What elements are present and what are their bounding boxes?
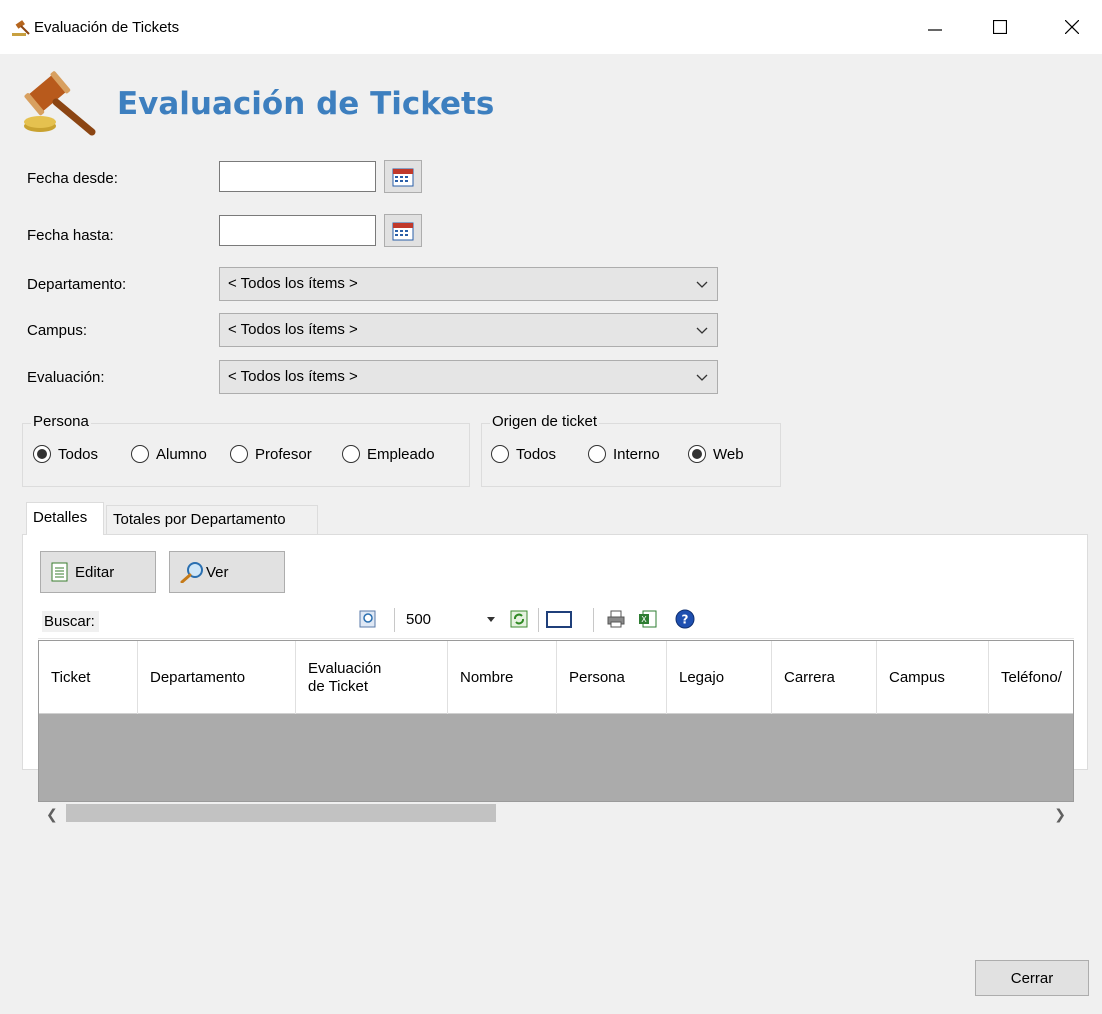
buscar-label: Buscar: xyxy=(42,611,99,632)
minimize-icon xyxy=(928,29,942,31)
radio-selected-icon xyxy=(33,445,51,463)
fecha-desde-calendar-button[interactable] xyxy=(384,160,422,193)
help-icon[interactable]: ? xyxy=(675,609,695,629)
svg-text:?: ? xyxy=(682,613,689,627)
persona-radio-alumno[interactable]: Alumno xyxy=(131,445,207,463)
fecha-hasta-input[interactable] xyxy=(219,215,376,246)
print-icon[interactable] xyxy=(606,609,626,629)
calendar-icon xyxy=(392,168,414,186)
document-edit-icon xyxy=(51,562,68,582)
campus-value: < Todos los ítems > xyxy=(228,321,358,338)
column-header-campus[interactable]: Campus xyxy=(877,641,989,714)
radio-icon xyxy=(342,445,360,463)
evaluacion-select[interactable]: < Todos los ítems > xyxy=(219,360,718,394)
svg-text:X: X xyxy=(641,615,647,624)
title-bar: Evaluación de Tickets xyxy=(0,0,1102,54)
maximize-button[interactable] xyxy=(970,0,1030,54)
scroll-left-icon[interactable]: ❮ xyxy=(46,806,58,823)
editar-label: Editar xyxy=(75,563,115,581)
origen-legend: Origen de ticket xyxy=(490,413,600,430)
refresh-icon[interactable] xyxy=(509,609,529,629)
persona-radio-todos[interactable]: Todos xyxy=(33,445,98,463)
editar-button[interactable]: Editar xyxy=(40,551,156,593)
column-header-ticket[interactable]: Ticket xyxy=(39,641,138,714)
column-header-telefono[interactable]: Teléfono/ xyxy=(989,641,1073,714)
column-header-nombre[interactable]: Nombre xyxy=(448,641,557,714)
dropdown-arrow-icon[interactable] xyxy=(486,616,496,624)
origen-radio-todos[interactable]: Todos xyxy=(491,445,556,463)
calendar-icon xyxy=(392,222,414,240)
campus-label: Campus: xyxy=(27,322,88,339)
radio-icon xyxy=(588,445,606,463)
toolbar-separator xyxy=(593,608,594,632)
evaluacion-label: Evaluación: xyxy=(27,369,105,386)
close-icon xyxy=(1065,20,1079,34)
origen-radio-interno[interactable]: Interno xyxy=(588,445,660,463)
fecha-desde-label: Fecha desde: xyxy=(27,170,118,187)
magnifier-icon xyxy=(180,562,203,583)
radio-icon xyxy=(491,445,509,463)
fecha-desde-input[interactable] xyxy=(219,161,376,192)
fecha-hasta-calendar-button[interactable] xyxy=(384,214,422,247)
column-header-carrera[interactable]: Carrera xyxy=(772,641,877,714)
toolbar-separator xyxy=(394,608,395,632)
grid-header: Ticket Departamento Evaluación de Ticket… xyxy=(39,641,1073,714)
page-size-select[interactable]: 500 xyxy=(406,611,431,628)
fecha-hasta-label: Fecha hasta: xyxy=(27,227,114,244)
window-icon[interactable] xyxy=(546,609,572,629)
persona-legend: Persona xyxy=(31,413,91,430)
search-input[interactable] xyxy=(110,604,390,636)
radio-icon xyxy=(131,445,149,463)
column-header-evaluacion[interactable]: Evaluación de Ticket xyxy=(296,641,448,714)
chevron-down-icon xyxy=(696,327,708,334)
window-title: Evaluación de Tickets xyxy=(34,19,180,36)
scrollbar-thumb[interactable] xyxy=(66,804,496,822)
gavel-icon xyxy=(24,71,96,136)
cerrar-button[interactable]: Cerrar xyxy=(975,960,1089,996)
radio-selected-icon xyxy=(688,445,706,463)
origen-radio-web[interactable]: Web xyxy=(688,445,744,463)
data-grid[interactable]: Ticket Departamento Evaluación de Ticket… xyxy=(38,640,1074,802)
excel-export-icon[interactable]: X xyxy=(638,609,658,629)
departamento-value: < Todos los ítems > xyxy=(228,275,358,292)
close-window-button[interactable] xyxy=(1042,0,1102,54)
scroll-right-icon[interactable]: ❯ xyxy=(1054,806,1066,823)
departamento-label: Departamento: xyxy=(27,276,127,293)
evaluacion-value: < Todos los ítems > xyxy=(228,368,358,385)
page-title: Evaluación de Tickets xyxy=(117,86,495,122)
ver-button[interactable]: Ver xyxy=(169,551,285,593)
column-header-departamento[interactable]: Departamento xyxy=(138,641,296,714)
app-window: Evaluación de Tickets Evaluación de Tick… xyxy=(0,0,1102,1014)
toolbar-separator xyxy=(538,608,539,632)
radio-icon xyxy=(230,445,248,463)
tab-detalles[interactable]: Detalles xyxy=(26,502,104,535)
column-header-persona[interactable]: Persona xyxy=(557,641,667,714)
grid-toolbar: Buscar: 500 X ? xyxy=(38,602,1074,639)
chevron-down-icon xyxy=(696,281,708,288)
campus-select[interactable]: < Todos los ítems > xyxy=(219,313,718,347)
departamento-select[interactable]: < Todos los ítems > xyxy=(219,267,718,301)
persona-group: Persona Todos Alumno Profesor Empleado xyxy=(22,413,470,487)
column-header-legajo[interactable]: Legajo xyxy=(667,641,772,714)
search-icon[interactable] xyxy=(358,609,378,629)
horizontal-scrollbar[interactable]: ❮ ❯ xyxy=(38,802,1074,824)
persona-radio-empleado[interactable]: Empleado xyxy=(342,445,435,463)
origen-group: Origen de ticket Todos Interno Web xyxy=(481,413,781,487)
gavel-icon xyxy=(12,20,30,36)
maximize-icon xyxy=(993,20,1007,34)
ver-label: Ver xyxy=(206,563,229,581)
persona-radio-profesor[interactable]: Profesor xyxy=(230,445,312,463)
chevron-down-icon xyxy=(696,374,708,381)
minimize-button[interactable] xyxy=(905,0,965,54)
tab-totales-por-departamento[interactable]: Totales por Departamento xyxy=(106,505,318,534)
